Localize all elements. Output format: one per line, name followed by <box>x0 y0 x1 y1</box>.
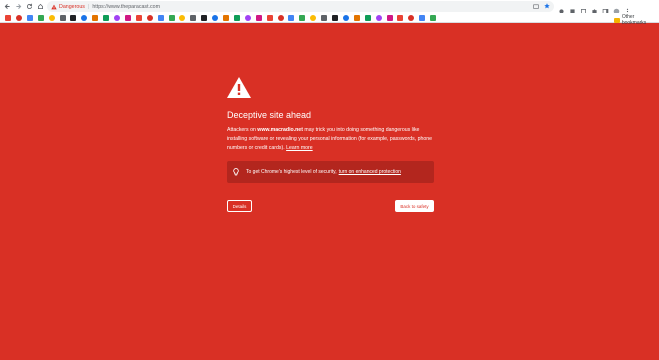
back-arrow-icon[interactable] <box>2 1 13 12</box>
bookmark-star-icon[interactable] <box>544 3 550 9</box>
gmail-icon[interactable] <box>5 15 11 21</box>
lightbulb-icon <box>233 168 239 176</box>
discord-icon[interactable] <box>299 15 306 21</box>
slack-icon[interactable] <box>310 15 317 21</box>
learn-more-link[interactable]: Learn more <box>286 145 313 151</box>
details-button[interactable]: Details <box>227 200 252 212</box>
home-icon[interactable] <box>35 1 46 12</box>
docs-icon[interactable] <box>114 15 120 21</box>
medium-icon[interactable] <box>342 15 349 21</box>
address-bar[interactable]: Dangerous | https://www.theparacast.com <box>47 1 554 12</box>
ebay-icon[interactable] <box>375 15 382 21</box>
calendar-icon[interactable] <box>81 15 88 21</box>
news-icon[interactable] <box>92 15 99 21</box>
page-title: Deceptive site ahead <box>227 110 312 120</box>
enhanced-protection-promo: To get Chrome's highest level of securit… <box>227 161 434 183</box>
site-name: www.macradio.net <box>257 127 303 133</box>
danger-warning-icon[interactable] <box>51 4 57 10</box>
pinterest-icon[interactable] <box>266 15 273 21</box>
browser-toolbar: Dangerous | https://www.theparacast.com <box>0 0 659 15</box>
bookmarks-bar: Other bookmarks <box>0 13 659 26</box>
photos-icon[interactable] <box>103 15 110 21</box>
mail-icon[interactable] <box>37 15 44 21</box>
star-icon[interactable] <box>430 15 437 21</box>
security-status-label[interactable]: Dangerous <box>59 4 85 10</box>
menu-kebab-icon[interactable] <box>624 2 631 15</box>
linkedin-icon[interactable] <box>255 15 262 21</box>
extension-icon-3[interactable] <box>580 2 587 14</box>
maps-icon[interactable] <box>59 15 66 21</box>
weather-icon[interactable] <box>397 15 404 21</box>
dropbox-icon[interactable] <box>321 15 328 21</box>
twitter-icon[interactable] <box>168 15 175 21</box>
forward-arrow-icon[interactable] <box>13 1 24 12</box>
warning-description: Attackers on www.macradio.net may trick … <box>227 126 434 153</box>
google-icon[interactable] <box>26 15 33 21</box>
drive-icon[interactable] <box>70 15 77 21</box>
instagram-icon[interactable] <box>277 15 284 21</box>
warning-triangle-icon <box>227 77 251 98</box>
spotify-icon[interactable] <box>223 15 229 21</box>
amazon-icon[interactable] <box>201 15 208 21</box>
body-prefix: Attackers on <box>227 127 258 133</box>
youtube-icon[interactable] <box>15 15 22 21</box>
promo-text: To get Chrome's highest level of securit… <box>246 169 337 175</box>
facebook-icon[interactable] <box>179 15 186 21</box>
interstitial-content: Deceptive site ahead Attackers on www.ma… <box>227 77 434 212</box>
reddit-icon[interactable] <box>190 15 197 21</box>
netflix-icon[interactable] <box>212 15 219 21</box>
tiktok-icon[interactable] <box>288 15 295 21</box>
folder-icon <box>614 17 620 23</box>
profile-avatar[interactable] <box>613 2 620 15</box>
extensions-area <box>558 2 631 15</box>
puzzle-icon[interactable] <box>591 2 598 14</box>
wikipedia-icon[interactable] <box>244 15 251 21</box>
url-text[interactable]: https://www.theparacast.com <box>92 4 160 10</box>
slides-icon[interactable] <box>135 15 142 21</box>
sidepanel-icon[interactable] <box>602 2 609 14</box>
extension-icon-2[interactable] <box>569 2 576 14</box>
reload-icon[interactable] <box>24 1 35 12</box>
translate-icon[interactable] <box>146 15 153 21</box>
share-icon[interactable] <box>533 3 539 9</box>
enhanced-protection-link[interactable]: turn on enhanced protection <box>339 169 401 175</box>
other-bookmarks-label: Other bookmarks <box>621 14 647 26</box>
shop-icon[interactable] <box>419 15 426 21</box>
extension-icon-1[interactable] <box>558 2 565 14</box>
stackoverflow-icon[interactable] <box>353 15 360 21</box>
twitch-icon[interactable] <box>332 15 338 21</box>
paypal-icon[interactable] <box>386 15 393 21</box>
back-to-safety-button[interactable]: Back to safety <box>395 200 434 212</box>
folder-icon[interactable] <box>48 15 55 21</box>
sheets-icon[interactable] <box>124 15 131 21</box>
github-icon[interactable] <box>233 15 240 21</box>
url-separator: | <box>87 3 90 10</box>
play-icon[interactable] <box>157 15 164 21</box>
imdb-icon[interactable] <box>364 15 371 21</box>
other-bookmarks[interactable]: Other bookmarks <box>614 14 659 26</box>
music-icon[interactable] <box>408 15 415 21</box>
